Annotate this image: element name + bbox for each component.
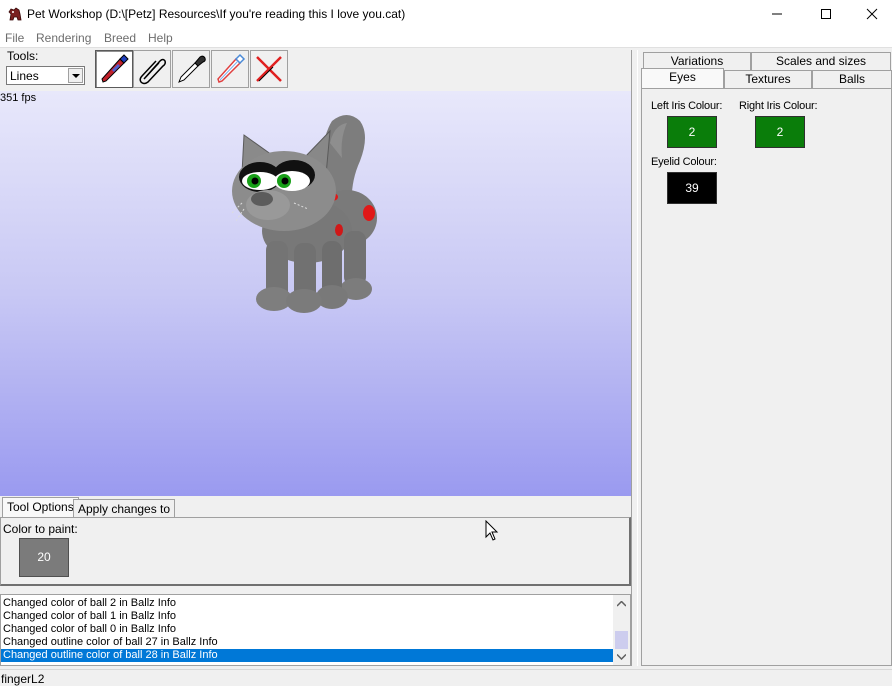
minimize-button[interactable] <box>754 0 800 29</box>
chevron-down-icon <box>617 654 626 660</box>
tab-tool-options[interactable]: Tool Options <box>2 497 79 518</box>
tab-balls[interactable]: Balls <box>812 70 892 88</box>
scroll-down-button[interactable] <box>613 648 630 665</box>
close-button[interactable] <box>849 0 892 29</box>
list-item[interactable]: Changed color of ball 2 in Ballz Info <box>1 597 613 610</box>
tool-mode-select[interactable]: Lines <box>6 66 85 85</box>
tool-options-panel: Color to paint: 20 <box>0 517 631 586</box>
scroll-up-button[interactable] <box>613 595 630 612</box>
left-iris-color-swatch[interactable]: 2 <box>667 116 717 148</box>
status-bar: fingerL2 <box>0 669 892 686</box>
horizontal-splitter[interactable] <box>0 586 631 594</box>
fps-counter: 351 fps <box>0 92 37 104</box>
paint-color-swatch[interactable]: 20 <box>19 538 69 577</box>
close-icon <box>866 8 878 20</box>
eyes-tab-content: Left Iris Colour: 2 Right Iris Colour: 2… <box>641 88 892 666</box>
menu-breed[interactable]: Breed <box>104 31 136 45</box>
dog-icon <box>7 6 23 22</box>
tool-mode-value: Lines <box>10 69 39 83</box>
eyedropper-icon <box>178 55 206 83</box>
menu-bar: File Rendering Breed Help <box>0 29 892 48</box>
paperclip-icon <box>139 58 166 85</box>
tab-apply-changes-to[interactable]: Apply changes to <box>73 499 176 518</box>
title-bar: Pet Workshop (D:\[Petz] Resources\If you… <box>0 0 892 29</box>
list-item[interactable]: Changed outline color of ball 27 in Ball… <box>1 636 613 649</box>
scroll-thumb[interactable] <box>615 631 628 649</box>
vertical-splitter[interactable] <box>631 50 638 666</box>
chevron-up-icon <box>617 601 626 607</box>
delete-tool[interactable] <box>250 50 288 88</box>
change-log-list[interactable]: Changed color of ball 2 in Ballz Info Ch… <box>0 594 631 666</box>
chevron-down-icon <box>72 74 80 78</box>
paperclip-tool[interactable] <box>133 50 171 88</box>
eyedropper-tool[interactable] <box>172 50 210 88</box>
tab-scales-and-sizes[interactable]: Scales and sizes <box>751 52 891 70</box>
right-iris-color-swatch[interactable]: 2 <box>755 116 805 148</box>
paint-brush-tool[interactable] <box>95 50 133 88</box>
tools-label: Tools: <box>7 49 39 63</box>
color-to-paint-label: Color to paint: <box>3 522 78 536</box>
eyelid-color-swatch[interactable]: 39 <box>667 172 717 204</box>
menu-help[interactable]: Help <box>148 31 173 45</box>
eyelid-label: Eyelid Colour: <box>651 156 717 168</box>
lower-tab-strip: Tool Options Apply changes to <box>0 496 631 518</box>
brush-icon <box>101 54 129 83</box>
menu-file[interactable]: File <box>5 31 24 45</box>
maximize-icon <box>821 9 831 19</box>
tab-eyes[interactable]: Eyes <box>641 68 724 88</box>
menu-rendering[interactable]: Rendering <box>36 31 91 45</box>
list-item[interactable]: Changed color of ball 0 in Ballz Info <box>1 623 613 636</box>
properties-panel: Variations Scales and sizes Eyes Texture… <box>641 50 892 666</box>
right-iris-label: Right Iris Colour: <box>739 100 818 112</box>
3d-viewport[interactable]: 351 fps <box>0 91 631 496</box>
list-item[interactable]: Changed color of ball 1 in Ballz Info <box>1 610 613 623</box>
red-x-icon <box>256 56 282 82</box>
window-title: Pet Workshop (D:\[Petz] Resources\If you… <box>27 7 406 21</box>
tab-textures[interactable]: Textures <box>724 70 812 88</box>
cat-model[interactable] <box>222 113 392 318</box>
log-scrollbar[interactable] <box>613 595 630 665</box>
outline-brush-tool[interactable] <box>211 50 249 88</box>
mouse-cursor-icon <box>485 520 499 541</box>
dropdown-arrow-button[interactable] <box>68 68 83 83</box>
maximize-button[interactable] <box>803 0 849 29</box>
minimize-icon <box>772 13 782 15</box>
status-text: fingerL2 <box>1 672 45 686</box>
left-iris-label: Left Iris Colour: <box>651 100 723 112</box>
brush-outline-icon <box>217 53 246 83</box>
list-item-selected[interactable]: Changed outline color of ball 28 in Ball… <box>1 649 613 662</box>
